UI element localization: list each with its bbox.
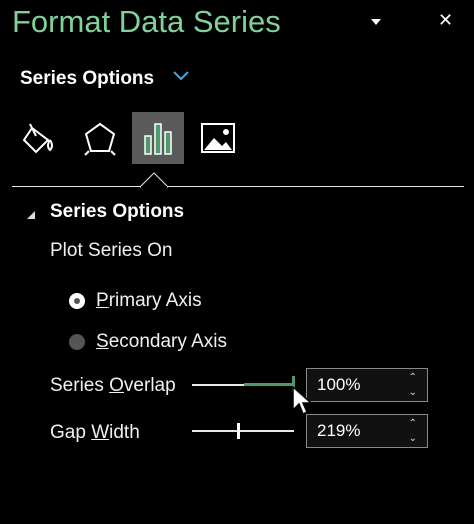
pentagon-icon [84, 122, 116, 156]
group-header-series-options[interactable]: Series Options [50, 201, 184, 223]
gap-slider-thumb[interactable] [237, 423, 240, 439]
picture-icon [201, 123, 235, 153]
overlap-slider-fill[interactable] [244, 383, 294, 386]
pane-title: Format Data Series [12, 4, 281, 39]
overlap-slider-track[interactable] [192, 384, 244, 386]
primary-axis-label[interactable]: Primary Axis [96, 290, 202, 312]
tab-picture[interactable] [192, 112, 244, 164]
spin-down-icon[interactable]: ⌄ [409, 387, 417, 398]
secondary-axis-label[interactable]: Secondary Axis [96, 331, 227, 353]
collapse-triangle-icon[interactable] [26, 207, 36, 225]
bar-chart-icon [144, 123, 172, 155]
plot-series-on-label: Plot Series On [50, 240, 173, 261]
overlap-value[interactable]: 100% [317, 375, 360, 395]
gap-width-label: Gap Width [50, 422, 140, 443]
task-pane-options-icon[interactable] [370, 14, 382, 32]
series-overlap-label: Series Overlap [50, 375, 176, 396]
gap-slider-track[interactable] [192, 430, 294, 432]
chevron-down-icon[interactable] [170, 66, 192, 89]
primary-axis-radio[interactable] [69, 293, 85, 309]
tab-effects[interactable] [74, 112, 126, 164]
tab-divider [12, 186, 464, 187]
selected-tab-notch [138, 172, 170, 193]
series-options-dropdown[interactable]: Series Options [20, 68, 154, 90]
secondary-axis-radio[interactable] [69, 334, 85, 350]
paint-bucket-icon [22, 123, 53, 154]
spin-up-icon[interactable]: ⌃ [409, 418, 417, 429]
tab-series-options[interactable] [132, 112, 184, 164]
spin-down-icon[interactable]: ⌄ [409, 433, 417, 444]
close-button[interactable]: ✕ [438, 10, 453, 31]
gap-value[interactable]: 219% [317, 421, 360, 441]
gap-spinner[interactable]: 219% ⌃ ⌄ [306, 414, 428, 448]
tab-fill-line[interactable] [14, 112, 66, 164]
spin-up-icon[interactable]: ⌃ [409, 372, 417, 383]
overlap-spinner[interactable]: 100% ⌃ ⌄ [306, 368, 428, 402]
